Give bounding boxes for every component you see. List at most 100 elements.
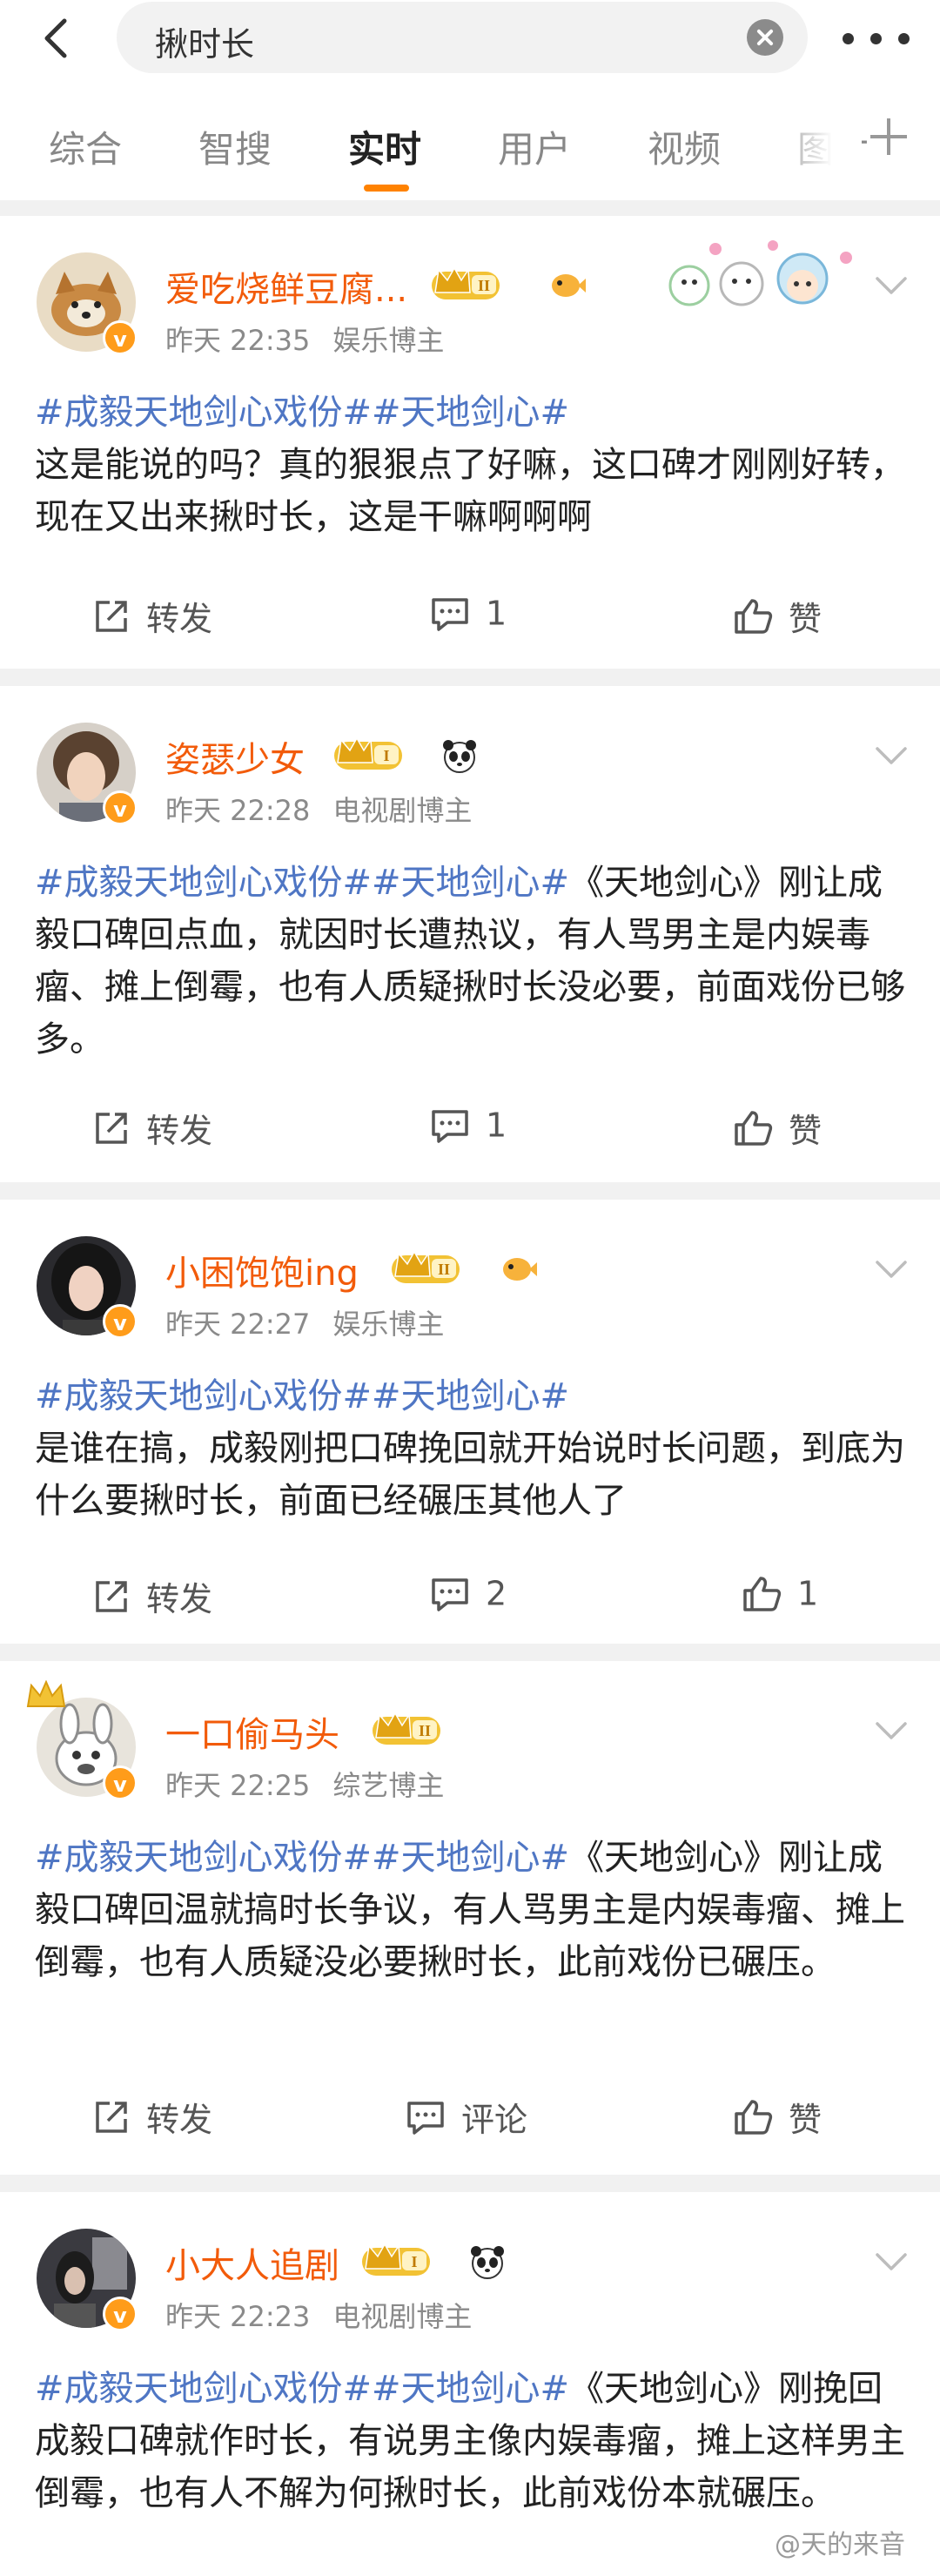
- post-body: 是谁在搞，成毅刚把口碑挽回就开始说时长问题，到底为什么要揪时长，前面已经碾压其他…: [35, 1429, 905, 1521]
- member-level-badge-icon: II: [392, 1250, 460, 1283]
- post-time: 昨天 22:27: [165, 1308, 311, 1341]
- post-actions: 转发 1 赞: [0, 592, 940, 644]
- post-time: 昨天 22:35: [165, 324, 311, 357]
- repost-button[interactable]: 转发: [92, 2093, 212, 2145]
- post-card[interactable]: v 小困饱饱ing II 昨天 22:27 娱乐博主 #成毅天地剑心戏份##天地剑…: [0, 1200, 940, 1644]
- add-tab-icon[interactable]: [869, 117, 909, 157]
- repost-button[interactable]: 转发: [92, 592, 212, 644]
- svg-text:II: II: [478, 277, 490, 294]
- thumbs-up-icon: [735, 598, 773, 634]
- author-role: 综艺博主: [332, 1769, 445, 1802]
- chevron-down-icon[interactable]: [874, 275, 909, 296]
- repost-icon: [96, 1580, 127, 1612]
- verified-badge-icon: v: [103, 1766, 138, 1800]
- repost-icon: [96, 2101, 127, 2133]
- back-arrow-icon[interactable]: [35, 16, 80, 61]
- repost-button[interactable]: 转发: [92, 1572, 212, 1624]
- hashtag-link[interactable]: #成毅天地剑心戏份##天地剑心#: [35, 1838, 569, 1878]
- member-level-badge-icon: I: [334, 736, 402, 770]
- member-level-badge-icon: I: [362, 2243, 430, 2276]
- post-text[interactable]: #成毅天地剑心戏份##天地剑心# 是谁在搞，成毅刚把口碑挽回就开始说时长问题，到底…: [35, 1370, 914, 1527]
- search-box[interactable]: 揪时长: [117, 2, 808, 73]
- active-tab-indicator: [364, 185, 409, 192]
- repost-icon: [96, 1112, 127, 1144]
- crown-decoration-icon: [26, 1680, 66, 1707]
- tab-bar: 综合 智搜 实时 用户 视频 图片: [0, 80, 940, 200]
- comment-icon: [407, 2101, 444, 2135]
- username[interactable]: 小大人追剧: [165, 2237, 339, 2288]
- watermark: @天的来音: [775, 2530, 905, 2560]
- svg-text:II: II: [419, 1722, 431, 1739]
- post-time: 昨天 22:28: [165, 794, 311, 827]
- like-button[interactable]: 1: [742, 1572, 818, 1624]
- repost-icon: [96, 600, 127, 632]
- username[interactable]: 爱吃烧鲜豆腐...: [165, 261, 407, 312]
- hashtag-link[interactable]: #成毅天地剑心戏份##天地剑心#: [35, 393, 569, 433]
- chevron-down-icon[interactable]: [874, 2251, 909, 2272]
- tab-fade: [766, 80, 862, 200]
- comment-button[interactable]: 评论: [406, 2093, 527, 2145]
- hashtag-link[interactable]: #成毅天地剑心戏份##天地剑心#: [35, 863, 569, 903]
- post-time: 昨天 22:23: [165, 2300, 311, 2333]
- svg-text:I: I: [383, 747, 389, 764]
- post-time: 昨天 22:25: [165, 1769, 311, 1802]
- post-card[interactable]: v 姿瑟少女 I 昨天 22:28 电视剧博主 #成毅天地剑心戏份##天地剑心#《…: [0, 686, 940, 1182]
- verified-badge-icon: v: [103, 790, 138, 825]
- top-bar: 揪时长: [0, 0, 940, 80]
- clear-icon[interactable]: [747, 19, 783, 56]
- chevron-down-icon[interactable]: [874, 1259, 909, 1280]
- cartoon-decoration-icon: [668, 240, 852, 306]
- thumbs-up-icon: [735, 1110, 773, 1146]
- post-card[interactable]: v 爱吃烧鲜豆腐... II 昨天 22:35 娱乐博主 #成毅天地剑心戏份##天…: [0, 216, 940, 669]
- post-meta: 昨天 22:28 电视剧博主: [165, 789, 494, 829]
- tab-users[interactable]: 用户: [498, 120, 571, 173]
- like-button[interactable]: 赞: [733, 1104, 822, 1156]
- post-actions: 转发 2 1: [0, 1572, 940, 1624]
- repost-button[interactable]: 转发: [92, 1104, 212, 1156]
- hashtag-link[interactable]: #成毅天地剑心戏份##天地剑心#: [35, 2369, 569, 2409]
- tab-realtime[interactable]: 实时: [348, 120, 421, 173]
- post-text[interactable]: #成毅天地剑心戏份##天地剑心#《天地剑心》刚挽回成毅口碑就作时长，有说男主像内…: [35, 2363, 914, 2519]
- hashtag-link[interactable]: #成毅天地剑心戏份##天地剑心#: [35, 1376, 569, 1416]
- post-actions: 转发 1 赞: [0, 1104, 940, 1156]
- username[interactable]: 小困饱饱ing: [165, 1245, 359, 1295]
- like-button[interactable]: 赞: [733, 2093, 822, 2145]
- chevron-down-icon[interactable]: [874, 745, 909, 766]
- comment-button[interactable]: 1: [430, 592, 507, 644]
- author-role: 电视剧博主: [332, 794, 473, 827]
- comment-button[interactable]: 2: [430, 1572, 507, 1624]
- username[interactable]: 一口偷马头: [165, 1706, 339, 1757]
- more-options-icon[interactable]: [843, 33, 912, 45]
- post-meta: 昨天 22:23 电视剧博主: [165, 2295, 494, 2335]
- pufferfish-emoji-icon: [503, 1258, 537, 1281]
- thumbs-up-icon: [735, 2099, 773, 2135]
- like-button[interactable]: 赞: [733, 592, 822, 644]
- member-level-badge-icon: II: [432, 266, 500, 299]
- tab-smart-search[interactable]: 智搜: [198, 120, 272, 173]
- comment-icon: [432, 597, 468, 631]
- verified-badge-icon: v: [103, 1304, 138, 1339]
- comment-button[interactable]: 1: [430, 1104, 507, 1156]
- post-meta: 昨天 22:27 娱乐博主: [165, 1302, 467, 1342]
- panda-emoji-icon: [471, 2246, 504, 2279]
- post-body: 这是能说的吗？真的狠狠点了好嘛，这口碑才刚刚好转，现在又出来揪时长，这是干嘛啊啊…: [35, 445, 905, 537]
- thumbs-up-icon: [743, 1576, 782, 1611]
- post-text[interactable]: #成毅天地剑心戏份##天地剑心#《天地剑心》刚让成毅口碑回点血，就因时长遭热议，…: [35, 857, 914, 1066]
- comment-icon: [432, 1109, 468, 1143]
- chevron-down-icon[interactable]: [874, 1720, 909, 1741]
- search-query[interactable]: 揪时长: [155, 17, 254, 65]
- username[interactable]: 姿瑟少女: [165, 731, 305, 782]
- post-card[interactable]: v 一口偷马头 II 昨天 22:25 综艺博主 #成毅天地剑心戏份##天地剑心#…: [0, 1661, 940, 2175]
- tab-videos[interactable]: 视频: [648, 120, 721, 173]
- post-text[interactable]: #成毅天地剑心戏份##天地剑心# 这是能说的吗？真的狠狠点了好嘛，这口碑才刚刚好转…: [35, 387, 914, 543]
- author-role: 娱乐博主: [332, 324, 445, 357]
- post-actions: 转发 评论 赞: [0, 2093, 940, 2145]
- post-meta: 昨天 22:35 娱乐博主: [165, 319, 467, 359]
- member-level-badge-icon: II: [373, 1712, 440, 1745]
- tab-comprehensive[interactable]: 综合: [49, 120, 122, 173]
- verified-badge-icon: v: [103, 2297, 138, 2331]
- author-role: 电视剧博主: [332, 2300, 473, 2333]
- panda-emoji-icon: [443, 740, 476, 773]
- post-text[interactable]: #成毅天地剑心戏份##天地剑心#《天地剑心》刚让成毅口碑回温就搞时长争议，有人骂…: [35, 1832, 914, 1988]
- post-card[interactable]: v 小大人追剧 I 昨天 22:23 电视剧博主 #成毅天地剑心戏份##天地剑心#…: [0, 2192, 940, 2576]
